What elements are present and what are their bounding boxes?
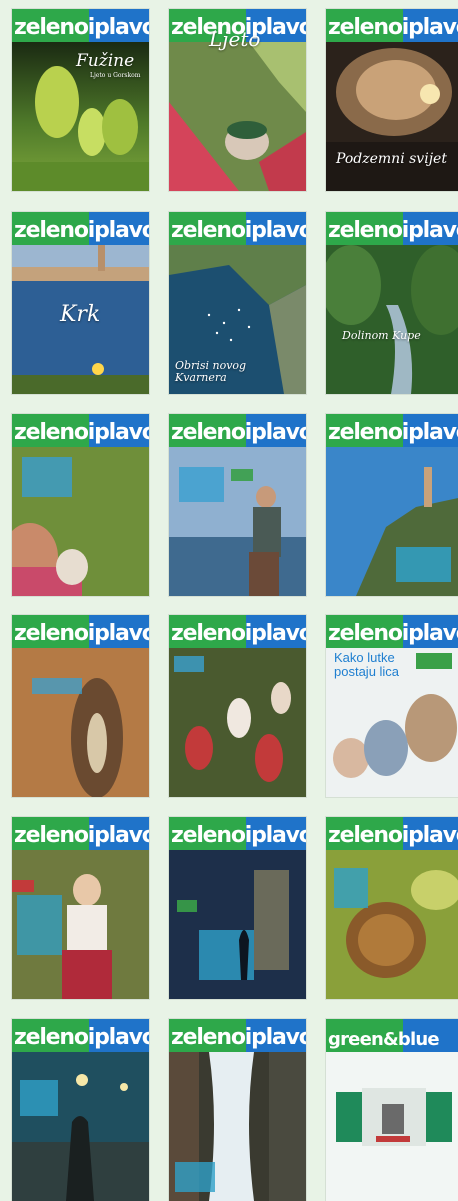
magazine-cover-3[interactable]: zelenoiplavo Podzemni svijet <box>326 9 458 191</box>
cover-masthead: zelenoiplavo <box>12 615 149 648</box>
cover-title: Podzemni svijet <box>336 151 447 167</box>
cover-title: Kako lutke postaju lica <box>334 650 400 679</box>
magazine-cover-5[interactable]: zelenoiplavo Obrisi novog Kvarnera <box>169 212 306 394</box>
magazine-cover-1[interactable]: zelenoiplavo Fužine Ljeto u Gorskom <box>12 9 149 191</box>
cover-masthead: zelenoiplavo <box>169 1019 306 1052</box>
cover-masthead: zelenoiplavo <box>12 817 149 850</box>
cover-photo <box>12 1052 149 1201</box>
cover-title: Obrisi novog Kvarnera <box>175 359 247 385</box>
cover-title: Ljeto <box>209 27 261 51</box>
magazine-cover-2[interactable]: zelenoiplavo Ljeto <box>169 9 306 191</box>
cover-photo <box>169 447 306 596</box>
magazine-cover-15[interactable]: zelenoiplavo <box>326 817 458 999</box>
cover-photo <box>12 648 149 797</box>
cover-logo: zelenoiplavo <box>14 218 149 243</box>
cover-masthead: zelenoiplavo <box>12 414 149 447</box>
cover-masthead: zelenoiplavo <box>169 212 306 245</box>
cover-logo: zelenoiplavo <box>328 621 458 646</box>
cover-masthead: zelenoiplavo <box>169 817 306 850</box>
cover-logo: zelenoiplavo <box>328 15 458 40</box>
cover-photo <box>326 850 458 999</box>
cover-logo: zelenoiplavo <box>328 218 458 243</box>
cover-photo <box>326 447 458 596</box>
cover-title: Dolinom Kupe <box>342 329 421 342</box>
cover-logo: zelenoiplavo <box>171 218 306 243</box>
cover-subtitle: Ljeto u Gorskom <box>90 72 141 79</box>
cover-logo: zelenoiplavo <box>14 823 149 848</box>
cover-masthead: zelenoiplavo <box>12 1019 149 1052</box>
cover-masthead: zelenoiplavo <box>326 615 458 648</box>
magazine-cover-14[interactable]: zelenoiplavo <box>169 817 306 999</box>
cover-photo <box>326 42 458 191</box>
magazine-cover-grid: zelenoiplavo Fužine Ljeto u Gorskom zele… <box>0 0 458 1201</box>
magazine-cover-16[interactable]: zelenoiplavo <box>12 1019 149 1201</box>
cover-photo <box>169 1052 306 1201</box>
cover-logo: zelenoiplavo <box>328 823 458 848</box>
cover-title: Krk <box>60 302 101 327</box>
cover-logo: zelenoiplavo <box>171 420 306 445</box>
cover-logo: zelenoiplavo <box>171 1025 306 1050</box>
cover-photo <box>169 42 306 191</box>
magazine-cover-8[interactable]: zelenoiplavo <box>169 414 306 596</box>
cover-masthead: zelenoiplavo <box>169 615 306 648</box>
magazine-cover-9[interactable]: zelenoiplavo <box>326 414 458 596</box>
magazine-cover-6[interactable]: zelenoiplavo Dolinom Kupe <box>326 212 458 394</box>
cover-masthead: zelenoiplavo <box>326 817 458 850</box>
cover-masthead: zelenoiplavo <box>326 9 458 42</box>
cover-logo: zelenoiplavo <box>328 420 458 445</box>
cover-photo <box>326 1052 458 1201</box>
magazine-cover-12[interactable]: zelenoiplavo Kako lutke postaju lica <box>326 615 458 797</box>
cover-logo: zelenoiplavo <box>14 621 149 646</box>
magazine-cover-7[interactable]: zelenoiplavo <box>12 414 149 596</box>
cover-title: Fužine <box>76 51 135 71</box>
cover-logo: zelenoiplavo <box>171 621 306 646</box>
cover-logo: zelenoiplavo <box>14 420 149 445</box>
cover-masthead: zelenoiplavo <box>326 212 458 245</box>
cover-masthead: zelenoiplavo <box>12 9 149 42</box>
cover-photo <box>326 245 458 394</box>
cover-photo <box>169 648 306 797</box>
cover-masthead: zelenoiplavo <box>326 414 458 447</box>
cover-logo: zelenoiplavo <box>14 1025 149 1050</box>
cover-photo <box>12 447 149 596</box>
magazine-cover-17[interactable]: zelenoiplavo <box>169 1019 306 1201</box>
magazine-cover-13[interactable]: zelenoiplavo <box>12 817 149 999</box>
cover-logo: zelenoiplavo <box>14 15 149 40</box>
cover-masthead: zelenoiplavo <box>12 212 149 245</box>
magazine-cover-18[interactable]: green&blue <box>326 1019 458 1201</box>
cover-logo: zelenoiplavo <box>171 823 306 848</box>
magazine-cover-10[interactable]: zelenoiplavo <box>12 615 149 797</box>
magazine-cover-4[interactable]: zelenoiplavo Krk <box>12 212 149 394</box>
magazine-cover-11[interactable]: zelenoiplavo <box>169 615 306 797</box>
cover-photo <box>12 850 149 999</box>
cover-masthead: zelenoiplavo <box>169 414 306 447</box>
cover-masthead: green&blue <box>326 1019 458 1052</box>
cover-photo <box>169 850 306 999</box>
cover-logo: green&blue <box>328 1029 440 1050</box>
